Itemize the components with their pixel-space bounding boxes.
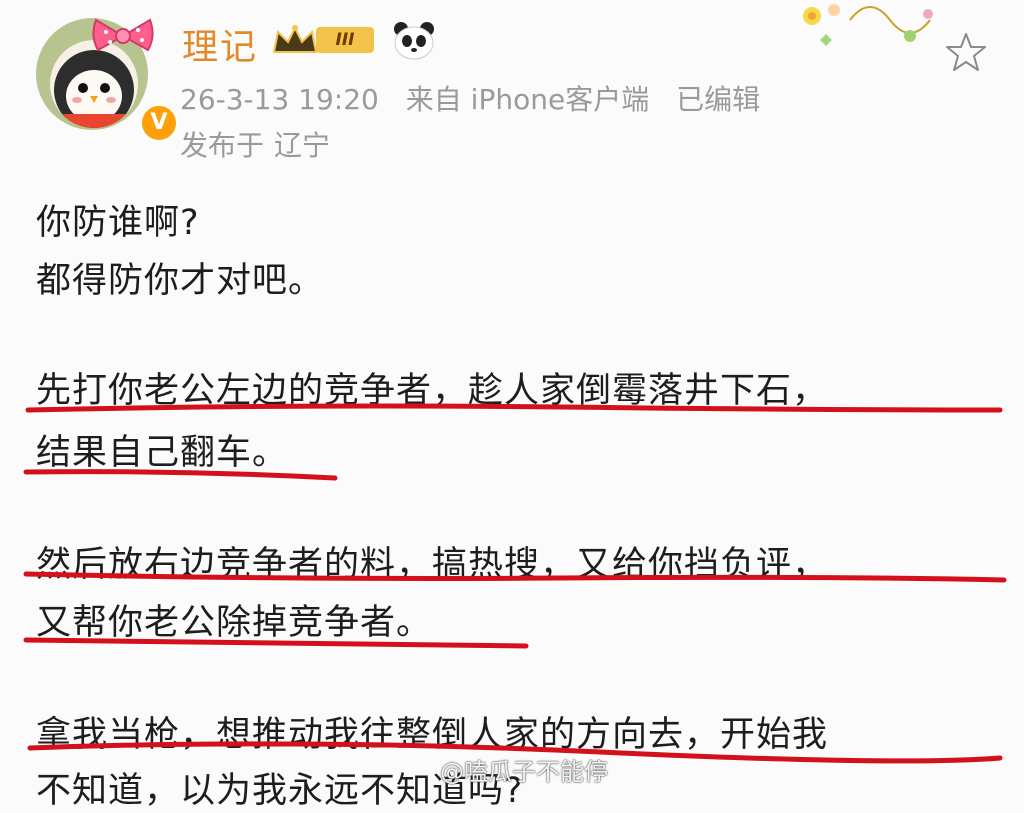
post-location: 发布于 辽宁 [180, 124, 330, 164]
verified-badge-icon: V [139, 103, 179, 143]
post-line: 先打你老公左边的竞争者，趁人家倒霉落井下石， [36, 371, 829, 411]
post-meta: 26-3-13 19:20 来自 iPhone客户端 已编辑 [180, 78, 778, 118]
crown-icon [272, 25, 318, 53]
post-edited-label[interactable]: 已编辑 [676, 83, 760, 116]
user-name[interactable]: 理记 [182, 18, 258, 70]
post-header: V 理记 III 26-3-13 19:20 来自 iPhone客户端 已编辑 … [0, 0, 1024, 180]
post-line: 结果自己翻车。 [36, 433, 289, 473]
post-line: 然后放右边竞争者的料，搞热搜，又给你挡负评， [36, 545, 829, 585]
avatar[interactable]: V [36, 18, 179, 143]
level-label: III [316, 27, 374, 53]
post-line: 你防谁啊? [36, 203, 200, 243]
post-datetime: 26-3-13 19:20 [180, 83, 379, 116]
location-label: 发布于 [180, 129, 265, 162]
watermark: @嗑瓜子不能停 [440, 758, 608, 786]
post-source[interactable]: 来自 iPhone客户端 [406, 83, 649, 116]
bow-icon [88, 16, 158, 58]
star-icon[interactable] [944, 30, 988, 74]
post-line: 都得防你才对吧。 [36, 261, 325, 301]
post-line: 又帮你老公除掉竞争者。 [36, 603, 433, 643]
vlog-sticker [790, 0, 950, 52]
panda-icon [392, 20, 436, 60]
location-value: 辽宁 [274, 129, 331, 162]
post-line: 拿我当枪，想推动我往整倒人家的方向去，开始我 [36, 715, 829, 755]
level-badge: III [270, 24, 382, 58]
